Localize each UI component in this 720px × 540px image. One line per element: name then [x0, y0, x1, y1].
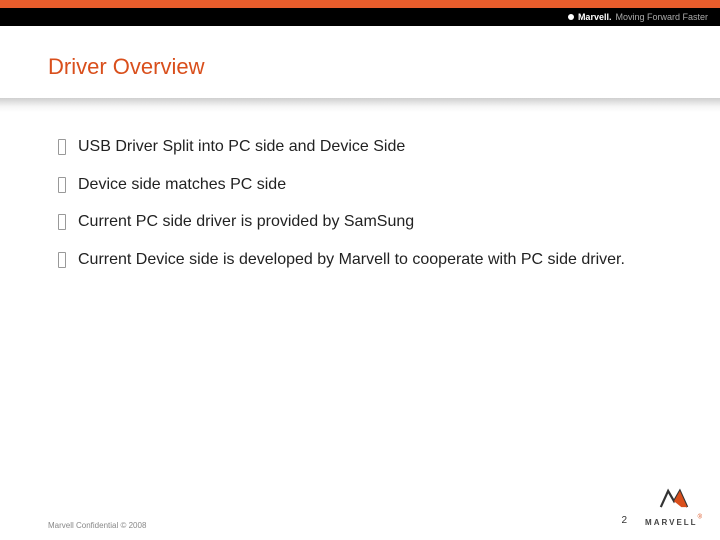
- bullet-list: USB Driver Split into PC side and Device…: [58, 136, 672, 270]
- list-item: Current Device side is developed by Marv…: [58, 249, 672, 271]
- list-item: Device side matches PC side: [58, 174, 672, 196]
- tagline-dot-icon: [568, 14, 574, 20]
- slide-title: Driver Overview: [48, 54, 672, 80]
- header-tagline: Marvell. Moving Forward Faster: [568, 12, 708, 22]
- logo-text: MARVELL: [645, 518, 698, 527]
- content-section: USB Driver Split into PC side and Device…: [0, 112, 720, 270]
- orange-top-bar: [0, 0, 720, 8]
- title-section: Driver Overview: [0, 26, 720, 98]
- tagline-text: Moving Forward Faster: [615, 12, 708, 22]
- gradient-divider: [0, 98, 720, 112]
- logo-registered-icon: ®: [698, 515, 702, 521]
- page-number: 2: [621, 515, 627, 530]
- list-item: Current PC side driver is provided by Sa…: [58, 211, 672, 233]
- marvell-logo: MARVELL®: [645, 488, 702, 530]
- marvell-logo-icon: [659, 488, 689, 510]
- tagline-brand: Marvell.: [578, 12, 612, 22]
- confidential-text: Marvell Confidential © 2008: [48, 521, 146, 530]
- footer: Marvell Confidential © 2008 2 MARVELL®: [0, 490, 720, 540]
- black-header-bar: Marvell. Moving Forward Faster: [0, 8, 720, 26]
- logo-text-wrapper: MARVELL®: [645, 512, 702, 530]
- list-item: USB Driver Split into PC side and Device…: [58, 136, 672, 158]
- footer-right: 2 MARVELL®: [621, 488, 702, 530]
